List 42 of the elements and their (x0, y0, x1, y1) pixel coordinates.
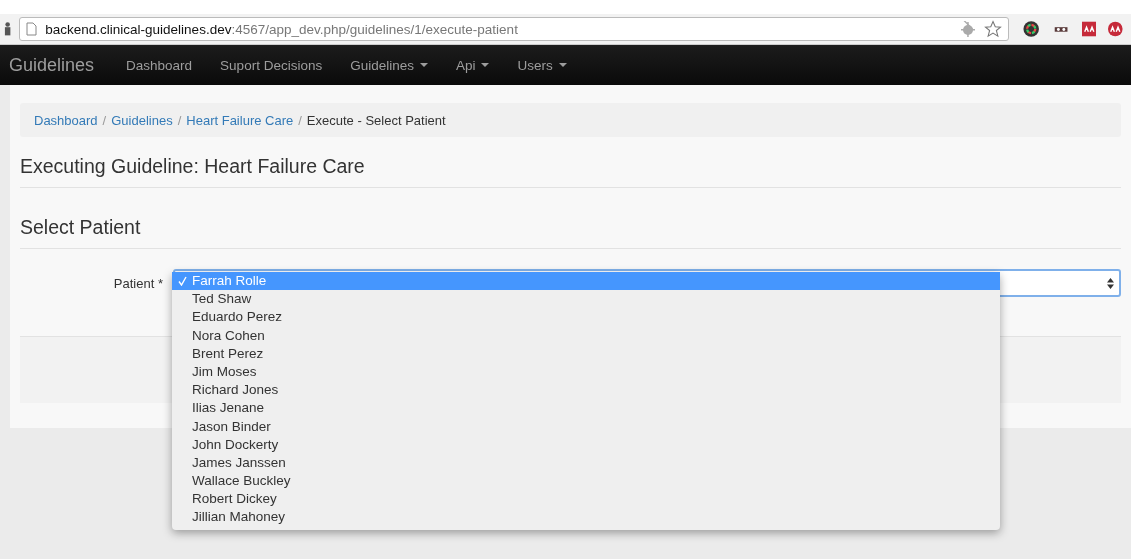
dropdown-option[interactable]: John Dockerty (172, 435, 1000, 454)
dropdown-option[interactable]: Jason Binder (172, 417, 1000, 436)
field-label: Patient * (112, 275, 164, 291)
section-title: Select Patient (20, 216, 142, 239)
nav-link[interactable]: Dashboard (126, 57, 193, 73)
dropdown-option[interactable]: Ilias Jenane (172, 399, 1000, 418)
breadcrumb-link[interactable]: Dashboard (34, 112, 98, 128)
check-icon (178, 276, 187, 287)
caret-icon (558, 63, 567, 67)
breadcrumb-separator: / (102, 112, 107, 128)
url-text: backend.clinical-guidelines.dev:4567/app_dev.php/guidelines/1/execute-patient (45, 21, 518, 37)
brand-link[interactable]: Guidelines (9, 54, 95, 76)
dropdown-option[interactable]: James Janssen (172, 453, 1000, 473)
nav-link[interactable]: Users (517, 57, 567, 73)
breadcrumb-link[interactable]: Heart Failure Care (186, 112, 294, 128)
star-icon[interactable] (984, 20, 1003, 38)
dropdown-option[interactable]: Nora Cohen (172, 326, 1000, 345)
extension-icon[interactable] (1108, 21, 1123, 37)
dropdown-option[interactable]: Jim Moses (172, 362, 1000, 382)
breadcrumb-separator: / (177, 112, 182, 128)
dropdown-option[interactable]: Ted Shaw (172, 290, 1000, 309)
dropdown-option[interactable]: Robert Dickey (172, 490, 1000, 509)
page-icon (26, 22, 38, 36)
stepper-icon (1107, 277, 1114, 289)
breadcrumb-current: Execute - Select Patient (306, 112, 446, 128)
color-wheel-icon[interactable] (1023, 20, 1040, 38)
caret-icon (419, 63, 428, 67)
address-field[interactable]: backend.clinical-guidelines.dev:4567/app_dev.php/guidelines/1/execute-patient (19, 17, 1010, 41)
nav-link[interactable]: Guidelines (350, 57, 428, 73)
extension-icon[interactable] (1081, 21, 1097, 37)
dropdown-option[interactable]: Jillian Mahoney (172, 508, 1000, 527)
nav-link[interactable]: Suport Decisions (220, 57, 323, 73)
page-title: Executing Guideline: Heart Failure Care (20, 155, 366, 178)
nav-link[interactable]: Api (455, 57, 490, 73)
breadcrumb-link[interactable]: Guidelines (111, 112, 173, 128)
dropdown-option[interactable]: Richard Jones (172, 381, 1000, 400)
caret-icon (481, 63, 490, 67)
dropdown-option[interactable]: Eduardo Perez (172, 308, 1000, 327)
dropdown-option[interactable]: Wallace Buckley (172, 472, 1000, 491)
figure-icon[interactable] (4, 21, 12, 37)
breadcrumb-separator: / (298, 112, 302, 128)
dropdown-option[interactable]: Brent Perez (172, 344, 1000, 363)
